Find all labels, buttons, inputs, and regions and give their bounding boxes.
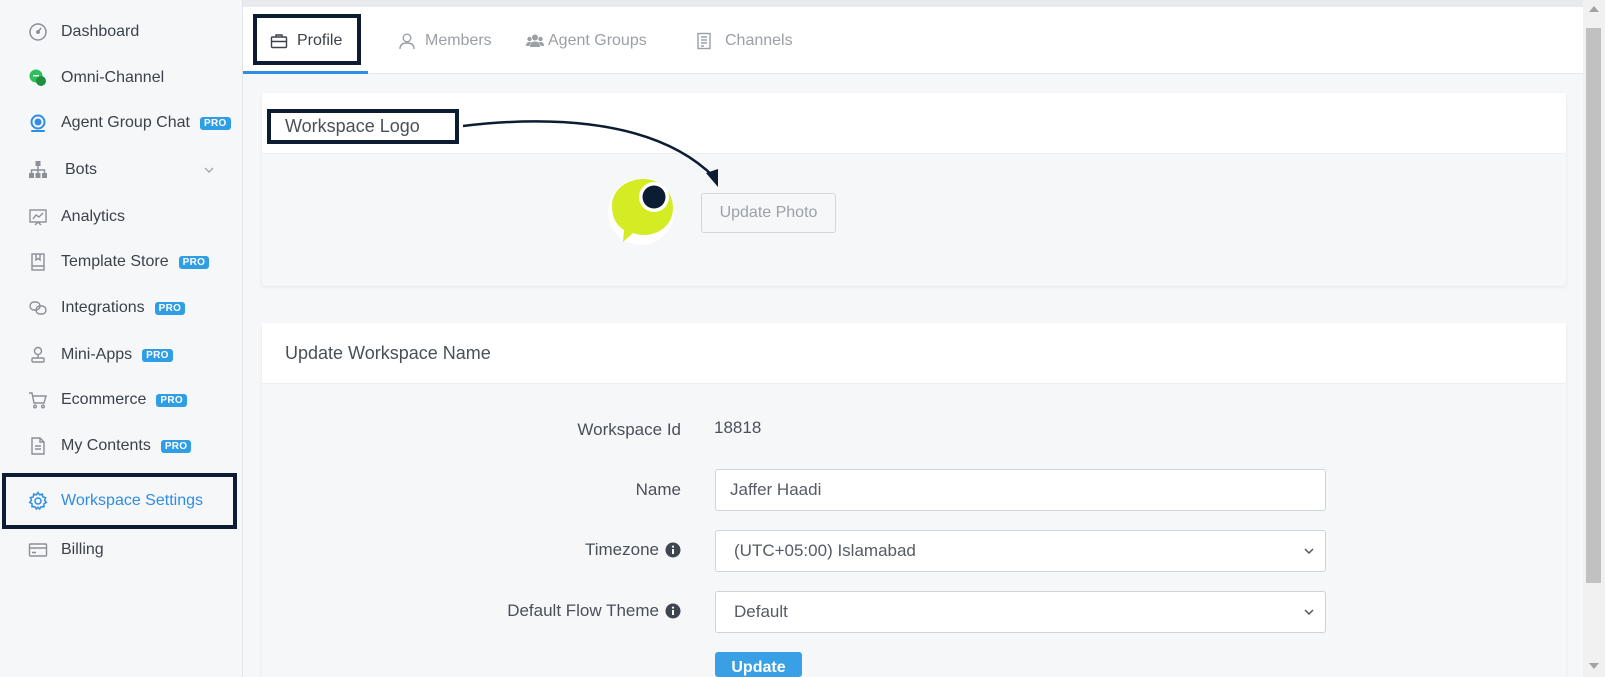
sidebar-item-analytics[interactable]: Analytics — [0, 195, 243, 239]
sidebar-item-integrations[interactable]: Integrations PRO — [0, 286, 243, 330]
sidebar-item-billing[interactable]: Billing — [0, 528, 243, 572]
dashboard-icon — [27, 21, 49, 43]
timezone-label: Timezone — [381, 538, 681, 562]
workspace-id-value: 18818 — [714, 418, 762, 437]
scrollbar[interactable] — [1583, 0, 1605, 677]
theme-select-value: Default — [734, 602, 788, 621]
sidebar-item-label: Billing — [61, 541, 104, 558]
sidebar-item-label: Ecommerce — [61, 391, 147, 408]
analytics-icon — [27, 206, 49, 228]
chevron-down-icon — [1304, 609, 1314, 616]
pro-badge: PRO — [199, 116, 231, 130]
info-icon[interactable] — [665, 603, 681, 619]
chevron-down-icon — [1304, 548, 1314, 555]
users-icon — [526, 34, 544, 47]
timezone-label-text: Timezone — [584, 540, 659, 559]
document-icon — [27, 435, 49, 457]
pro-badge: PRO — [178, 255, 210, 269]
tab-channels[interactable]: Channels — [695, 7, 793, 74]
active-tab-indicator — [243, 71, 368, 74]
name-field[interactable]: Jaffer Haadi — [715, 469, 1326, 511]
annotation-highlight-profile-tab — [253, 14, 361, 65]
timezone-select[interactable]: (UTC+05:00) Islamabad — [715, 530, 1326, 572]
sidebar-item-label: Analytics — [61, 208, 126, 225]
name-label: Name — [635, 480, 681, 499]
sidebar-item-label: Omni-Channel — [61, 69, 165, 86]
default-flow-theme-select[interactable]: Default — [715, 591, 1326, 633]
pro-badge: PRO — [154, 301, 186, 315]
update-button[interactable]: Update — [715, 652, 802, 677]
sidebar-item-dashboard[interactable]: Dashboard — [0, 10, 243, 54]
tab-members[interactable]: Members — [398, 7, 492, 74]
theme-label-text: Default Flow Theme — [507, 601, 659, 620]
sidebar-item-label: Agent Group Chat — [61, 114, 190, 131]
tab-agent-groups[interactable]: Agent Groups — [526, 7, 647, 74]
bots-icon — [27, 159, 49, 181]
user-icon — [399, 33, 415, 49]
sidebar-item-label: My Contents — [61, 437, 151, 454]
mini-apps-icon — [27, 344, 49, 366]
channels-icon — [697, 32, 711, 49]
pro-badge: PRO — [142, 348, 173, 362]
sidebar-item-omni-channel[interactable]: Omni-Channel — [0, 56, 243, 100]
card-icon — [27, 539, 49, 561]
sidebar-item-bots[interactable]: Bots — [0, 148, 243, 192]
sidebar-item-mini-apps[interactable]: Mini-Apps PRO — [0, 333, 243, 377]
agent-chat-icon — [27, 112, 49, 134]
sidebar-item-template-store[interactable]: Template Store PRO — [0, 240, 243, 284]
sidebar-item-label: Dashboard — [61, 23, 140, 40]
workspace-logo-avatar — [608, 179, 674, 245]
sidebar-item-ecommerce[interactable]: Ecommerce PRO — [0, 378, 243, 422]
update-photo-button[interactable]: Update Photo — [701, 193, 836, 233]
sidebar-item-label: Integrations — [61, 299, 145, 316]
tab-label: Channels — [725, 31, 793, 49]
cart-icon — [27, 389, 49, 411]
sidebar-item-label: Bots — [65, 161, 98, 178]
scroll-up-arrow[interactable] — [1589, 6, 1599, 12]
name-field-value: Jaffer Haadi — [730, 480, 822, 499]
default-flow-theme-label: Default Flow Theme — [381, 599, 681, 623]
scroll-down-arrow[interactable] — [1589, 663, 1599, 669]
annotation-highlight-workspace-settings — [2, 473, 237, 529]
tab-label: Agent Groups — [548, 31, 647, 49]
omni-channel-icon — [27, 67, 49, 89]
timezone-select-value: (UTC+05:00) Islamabad — [734, 541, 916, 560]
sidebar: Dashboard Omni-Channel Agent Group Chat … — [0, 0, 243, 677]
scroll-thumb[interactable] — [1586, 28, 1601, 583]
chevron-down-icon[interactable] — [203, 164, 215, 176]
sidebar-item-label: Mini-Apps — [61, 346, 133, 363]
pro-badge: PRO — [156, 393, 187, 407]
workspace-id-label: Workspace Id — [577, 420, 681, 439]
pro-badge: PRO — [160, 439, 192, 453]
card-title: Workspace Logo — [285, 116, 420, 136]
sidebar-item-agent-group-chat[interactable]: Agent Group Chat PRO — [0, 101, 243, 145]
annotation-highlight-workspace-logo: Workspace Logo — [267, 109, 459, 144]
template-icon — [27, 251, 49, 273]
card-title: Update Workspace Name — [262, 323, 1566, 384]
tab-bar: Profile Members Agent Groups Channels — [243, 7, 1583, 74]
main-content: Profile Members Agent Groups Channels Up… — [243, 0, 1583, 677]
sidebar-item-my-contents[interactable]: My Contents PRO — [0, 424, 243, 468]
tab-label: Members — [425, 31, 492, 49]
annotation-arrow — [462, 120, 718, 187]
sidebar-item-label: Template Store — [61, 253, 169, 270]
info-icon[interactable] — [665, 542, 681, 558]
integrations-icon — [27, 297, 49, 319]
